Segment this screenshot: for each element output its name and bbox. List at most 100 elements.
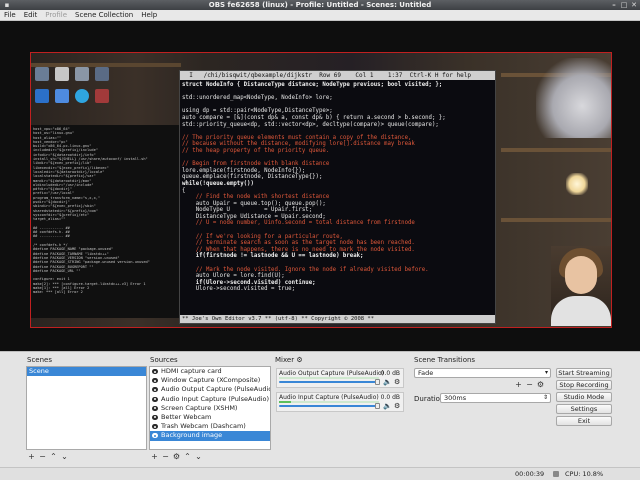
stop-recording-button[interactable]: Stop Recording bbox=[556, 380, 612, 390]
code-line: std::unordered_map<NodeType, NodeInfo> l… bbox=[182, 95, 333, 102]
close-icon[interactable]: ✕ bbox=[630, 1, 638, 9]
app-icon[interactable] bbox=[95, 89, 109, 103]
code-line: // When that happens, there is no need t… bbox=[182, 246, 415, 253]
eye-icon[interactable] bbox=[152, 369, 158, 374]
folder-icon[interactable] bbox=[75, 67, 89, 81]
move-up-icon[interactable]: ⌃ bbox=[182, 452, 193, 462]
speaker-icon[interactable]: 🔈 bbox=[383, 402, 392, 410]
add-transition-icon[interactable]: + bbox=[513, 380, 524, 390]
bookshelf bbox=[501, 148, 611, 152]
code-line: auto compare = [&](const dp& a, const dp… bbox=[182, 114, 446, 121]
minimize-icon[interactable]: – bbox=[610, 1, 618, 9]
scene-item[interactable]: Scene bbox=[27, 367, 146, 376]
remove-source-icon[interactable]: − bbox=[160, 452, 171, 462]
move-down-icon[interactable]: ⌄ bbox=[59, 452, 70, 462]
record-indicator-icon bbox=[553, 471, 559, 477]
app-icon[interactable] bbox=[55, 89, 69, 103]
sources-list[interactable]: HDMI capture card Window Capture (XCompos… bbox=[149, 366, 271, 450]
sources-title: Sources bbox=[150, 356, 178, 364]
remove-scene-icon[interactable]: − bbox=[37, 452, 48, 462]
transition-select[interactable]: Fade ▾ bbox=[414, 368, 551, 378]
maximize-icon[interactable]: □ bbox=[620, 1, 628, 9]
eye-icon[interactable] bbox=[152, 433, 158, 439]
eye-icon[interactable] bbox=[152, 378, 158, 384]
source-item[interactable]: Audio Output Capture (PulseAudio) bbox=[150, 385, 270, 394]
duration-value: 300ms bbox=[444, 394, 467, 402]
transition-selected: Fade bbox=[418, 369, 434, 377]
channel-name: Audio Output Capture (PulseAudio) bbox=[279, 370, 385, 377]
exit-button[interactable]: Exit bbox=[556, 416, 612, 426]
sources-toolbar: + − ⚙ ⌃ ⌄ bbox=[149, 452, 204, 462]
muted-speaker-icon[interactable]: 🔈 bbox=[383, 378, 392, 386]
skype-icon[interactable] bbox=[75, 89, 89, 103]
code-line: queue.emplace(firstnode, DistanceType{})… bbox=[182, 174, 323, 181]
studio-mode-button[interactable]: Studio Mode bbox=[556, 392, 612, 402]
settings-button[interactable]: Settings bbox=[556, 404, 612, 414]
folder-icon[interactable] bbox=[35, 67, 49, 81]
menu-help[interactable]: Help bbox=[137, 10, 161, 21]
editor-footer: ** Joe's Own Editor v3.7 ** (utf-8) ** C… bbox=[180, 315, 495, 323]
source-label: Screen Capture (XSHM) bbox=[161, 403, 238, 412]
keyboard-hand bbox=[536, 58, 611, 138]
scenes-title: Scenes bbox=[27, 356, 52, 364]
start-streaming-button[interactable]: Start Streaming bbox=[556, 368, 612, 378]
spin-icon[interactable]: ⇕ bbox=[543, 394, 548, 402]
eye-icon[interactable] bbox=[152, 405, 158, 411]
menu-edit[interactable]: Edit bbox=[20, 10, 42, 21]
eye-icon[interactable] bbox=[152, 387, 158, 393]
menu-profile[interactable]: Profile bbox=[41, 10, 71, 21]
source-item[interactable]: Background image bbox=[150, 431, 270, 441]
eye-icon[interactable] bbox=[152, 424, 158, 430]
dock-area: Scenes Scene + − ⌃ ⌄ Sources HDMI capture c… bbox=[0, 351, 640, 467]
move-down-icon[interactable]: ⌄ bbox=[193, 452, 204, 462]
volume-slider[interactable] bbox=[279, 381, 379, 383]
add-source-icon[interactable]: + bbox=[149, 452, 160, 462]
source-item[interactable]: Trash Webcam (Dashcam) bbox=[150, 422, 270, 431]
chrome-icon[interactable] bbox=[35, 89, 49, 103]
channel-db: 0.0 dB bbox=[380, 394, 400, 401]
source-label: Audio Input Capture (PulseAudio) bbox=[161, 394, 270, 403]
folder-icon[interactable] bbox=[95, 67, 109, 81]
source-label: Better Webcam bbox=[161, 412, 212, 421]
volume-slider-handle[interactable] bbox=[375, 379, 380, 385]
move-up-icon[interactable]: ⌃ bbox=[48, 452, 59, 462]
source-item[interactable]: Audio Input Capture (PulseAudio) bbox=[150, 395, 270, 404]
add-scene-icon[interactable]: + bbox=[26, 452, 37, 462]
eye-icon[interactable] bbox=[152, 414, 158, 420]
transitions-title: Scene Transitions bbox=[414, 356, 476, 364]
window-title-bar: OBS fe62658 (linux) - Profile: Untitled … bbox=[0, 0, 640, 10]
mixer-channel-output: Audio Output Capture (PulseAudio) 0.0 dB… bbox=[276, 368, 404, 388]
gear-icon[interactable]: ⚙ bbox=[171, 452, 182, 462]
gear-icon[interactable]: ⚙ bbox=[394, 402, 400, 410]
source-item[interactable]: Screen Capture (XSHM) bbox=[150, 404, 270, 413]
volume-slider-handle[interactable] bbox=[375, 403, 380, 409]
source-item[interactable]: HDMI capture card bbox=[150, 367, 270, 376]
volume-slider[interactable] bbox=[279, 405, 379, 407]
channel-db: 0.0 dB bbox=[380, 370, 400, 377]
duration-field[interactable]: 300ms ⇕ bbox=[440, 393, 551, 403]
code-line: // Find the node with shortest distance bbox=[182, 194, 330, 201]
gear-icon[interactable]: ⚙ bbox=[394, 378, 400, 386]
window-menu-icon[interactable]: ▪ bbox=[3, 1, 11, 9]
editor-window: I /chi/bisqwit/qbexample/dijkstr Row 69 … bbox=[179, 70, 496, 324]
scenes-list[interactable]: Scene bbox=[26, 366, 147, 450]
source-item[interactable]: Better Webcam bbox=[150, 413, 270, 422]
code-line: // U = node number, Uinfo.second = total… bbox=[182, 220, 415, 227]
menu-scene-collection[interactable]: Scene Collection bbox=[71, 10, 137, 21]
code-line: DistanceType Udistance = Upair.second; bbox=[182, 213, 326, 220]
code-line: lore.emplace(firstnode, NodeInfo{}); bbox=[182, 167, 306, 174]
code-line: using dp = std::pair<NodeType,DistanceTy… bbox=[182, 108, 333, 115]
source-item[interactable]: Window Capture (XComposite) bbox=[150, 376, 270, 385]
remove-transition-icon[interactable]: − bbox=[524, 380, 535, 390]
gear-icon[interactable]: ⚙ bbox=[535, 380, 546, 390]
code-line: if(firstnode != lastnode && U == lastnod… bbox=[182, 253, 364, 260]
gear-icon[interactable]: ⚙ bbox=[296, 356, 302, 364]
mixer-title: Mixer ⚙ bbox=[275, 356, 303, 364]
menu-file[interactable]: File bbox=[0, 10, 20, 21]
eye-icon[interactable] bbox=[152, 396, 158, 402]
document-icon[interactable] bbox=[55, 67, 69, 81]
